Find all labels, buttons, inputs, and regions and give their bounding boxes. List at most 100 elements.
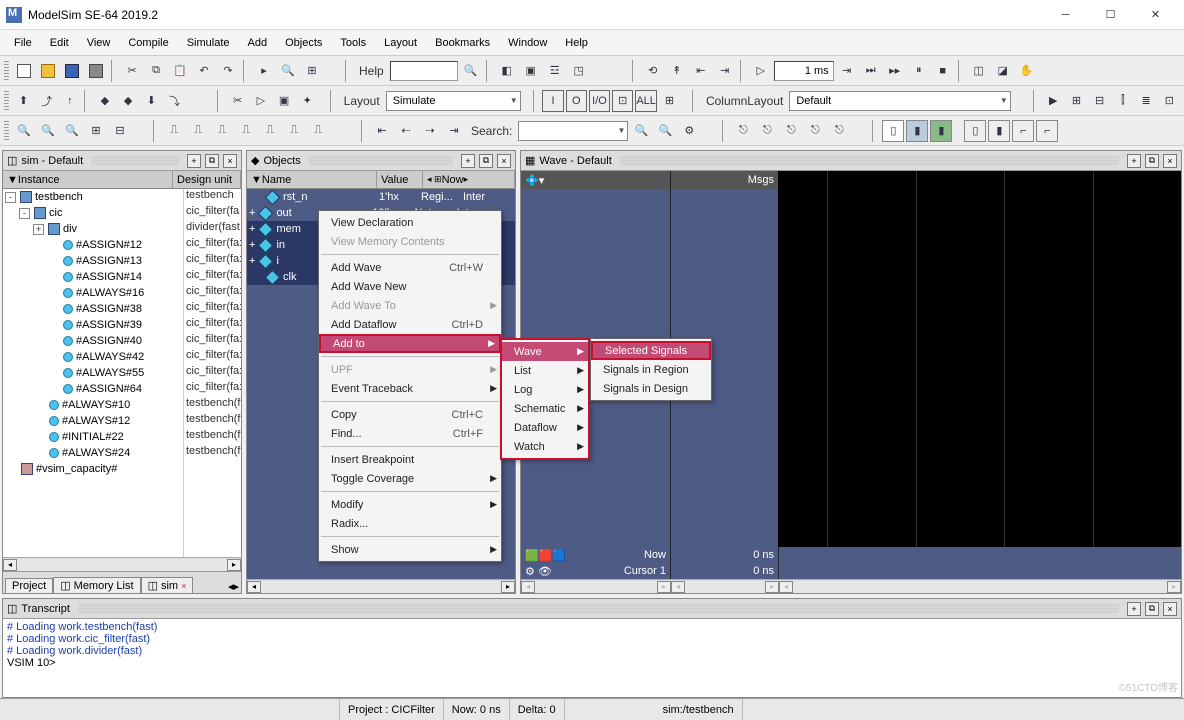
toolbar-grip[interactable] (4, 61, 9, 81)
menu-item[interactable]: Toggle Coverage▶ (319, 469, 501, 488)
pane-undock-icon[interactable]: ⧉ (1145, 602, 1159, 616)
zoom-full-icon[interactable]: ⊟ (1089, 90, 1110, 112)
menu-compile[interactable]: Compile (120, 35, 176, 51)
menu-layout[interactable]: Layout (376, 35, 425, 51)
find-icon[interactable]: 🔍 (277, 60, 299, 82)
menu-item[interactable]: Add Wave New (319, 277, 501, 296)
menu-item[interactable]: Signals in Design (591, 379, 711, 398)
view-icon[interactable]: ⌐ (1036, 120, 1058, 142)
pane-add-icon[interactable]: + (1127, 154, 1141, 168)
stop-icon[interactable]: ■ (932, 60, 954, 82)
tree-expander[interactable]: - (5, 192, 16, 203)
tb-icon[interactable]: ◪ (992, 60, 1014, 82)
window-minimize[interactable]: ─ (1043, 2, 1088, 28)
wave-icon[interactable]: ⎍ (307, 120, 329, 142)
wave-icon[interactable]: ⎍ (283, 120, 305, 142)
menu-item[interactable]: Radix... (319, 514, 501, 533)
pane-add-icon[interactable]: + (461, 154, 475, 168)
cursor-icon[interactable]: ◆ (94, 90, 115, 112)
tree-expander[interactable]: + (249, 255, 255, 267)
restart-icon[interactable]: ⟲ (642, 60, 664, 82)
run-time-field[interactable]: 1 ms (774, 61, 834, 81)
cursor-icon[interactable]: ⬇ (141, 90, 162, 112)
menu-item[interactable]: Wave▶ (502, 342, 588, 361)
wave-icon[interactable]: ⎍ (187, 120, 209, 142)
scroll-left-icon[interactable]: ◂ (3, 559, 17, 571)
pane-add-icon[interactable]: + (1127, 602, 1141, 616)
pane-undock-icon[interactable]: ⧉ (1145, 154, 1159, 168)
scroll-left-icon[interactable]: ◂ (521, 581, 535, 593)
tb-icon[interactable]: ◧ (496, 60, 518, 82)
tree-expander[interactable]: + (33, 224, 44, 235)
view-icon[interactable]: ▮ (988, 120, 1010, 142)
scroll-right-icon[interactable]: ▸ (501, 581, 515, 593)
search-prev-icon[interactable]: 🔍 (630, 120, 652, 142)
menu-window[interactable]: Window (500, 35, 555, 51)
bookmark-icon[interactable]: ✂ (227, 90, 248, 112)
layout-combo[interactable]: Simulate (386, 91, 521, 111)
search-next-icon[interactable]: 🔍 (654, 120, 676, 142)
wave-tool-icon[interactable]: ⫿ (1112, 90, 1133, 112)
menu-item[interactable]: Add DataflowCtrl+D (319, 315, 501, 334)
menu-item[interactable]: Add WaveCtrl+W (319, 258, 501, 277)
zoom-icon[interactable]: ⊞ (85, 120, 107, 142)
menu-item[interactable]: Dataflow▶ (502, 418, 588, 437)
menu-item[interactable]: Add to▶ (319, 334, 501, 353)
pane-close-icon[interactable]: × (1163, 154, 1177, 168)
sim-tree[interactable]: -testbench-cic+div#ASSIGN#12#ASSIGN#13#A… (3, 189, 241, 557)
zoom-icon[interactable]: ⊟ (109, 120, 131, 142)
step-fwd-icon[interactable]: ⇥ (714, 60, 736, 82)
scroll-right-icon[interactable]: ▸ (1167, 581, 1181, 593)
menu-bookmarks[interactable]: Bookmarks (427, 35, 498, 51)
step-icon[interactable]: ⇢ (419, 120, 441, 142)
tab-memory-list[interactable]: ◫ Memory List (53, 577, 140, 593)
step-icon[interactable]: ⇥ (443, 120, 465, 142)
mode-int-icon[interactable]: ⊡ (612, 90, 633, 112)
view-icon[interactable]: ▮ (906, 120, 928, 142)
menu-item[interactable]: CopyCtrl+C (319, 405, 501, 424)
toolbar-btn[interactable]: ⊞ (301, 60, 323, 82)
undo-icon[interactable]: ↶ (193, 60, 215, 82)
cursor-icon[interactable]: ↑ (59, 90, 80, 112)
menu-item[interactable]: Insert Breakpoint (319, 450, 501, 469)
cursor-up-icon[interactable]: ⬆ (13, 90, 34, 112)
run-all-icon[interactable]: ⏭ (860, 60, 882, 82)
scroll-right-icon[interactable]: ▸ (227, 559, 241, 571)
transcript-body[interactable]: # Loading work.testbench(fast)# Loading … (3, 619, 1181, 697)
mode-io-icon[interactable]: I/O (589, 90, 610, 112)
link-icon[interactable]: ⎋ (804, 120, 826, 142)
submenu-addto[interactable]: Wave▶List▶Log▶Schematic▶Dataflow▶Watch▶ (500, 338, 590, 460)
menu-add[interactable]: Add (240, 35, 276, 51)
help-go-icon[interactable]: 🔍 (460, 60, 482, 82)
step-icon[interactable]: ⇠ (395, 120, 417, 142)
tb-icon[interactable]: ▣ (520, 60, 542, 82)
menu-item[interactable]: View Declaration (319, 213, 501, 232)
col-instance[interactable]: ▼ Instance (3, 171, 173, 188)
wave-icon[interactable]: ⎍ (235, 120, 257, 142)
submenu-wave[interactable]: Selected SignalsSignals in RegionSignals… (590, 338, 712, 401)
scroll-left-icon[interactable]: ◂ (671, 581, 685, 593)
tree-expander[interactable]: - (19, 208, 30, 219)
window-close[interactable]: ✕ (1133, 2, 1178, 28)
break-icon[interactable]: ⏸ (908, 60, 930, 82)
step-icon[interactable]: ⇤ (371, 120, 393, 142)
scroll-right-icon[interactable]: ▸ (765, 581, 779, 593)
col-value[interactable]: Value (377, 171, 423, 188)
zoom-icon[interactable]: 🔍 (61, 120, 83, 142)
new-file-icon[interactable] (13, 60, 35, 82)
menu-item[interactable]: Event Traceback▶ (319, 379, 501, 398)
menu-item[interactable]: Modify▶ (319, 495, 501, 514)
menu-item[interactable]: Log▶ (502, 380, 588, 399)
zoom-icon[interactable]: ⊞ (1066, 90, 1087, 112)
wave-icon[interactable]: ⎍ (259, 120, 281, 142)
wave-icon[interactable]: ⎍ (163, 120, 185, 142)
menu-simulate[interactable]: Simulate (179, 35, 238, 51)
tree-expander[interactable]: + (249, 207, 255, 219)
scroll-left-icon[interactable]: ◂ (779, 581, 793, 593)
col-design-unit[interactable]: Design unit (173, 171, 241, 188)
copy-icon[interactable]: ⧉ (145, 60, 167, 82)
pane-close-icon[interactable]: × (223, 154, 237, 168)
cursor-icon[interactable]: ⤴ (36, 90, 57, 112)
run-icon[interactable]: ▷ (750, 60, 772, 82)
menu-help[interactable]: Help (557, 35, 596, 51)
